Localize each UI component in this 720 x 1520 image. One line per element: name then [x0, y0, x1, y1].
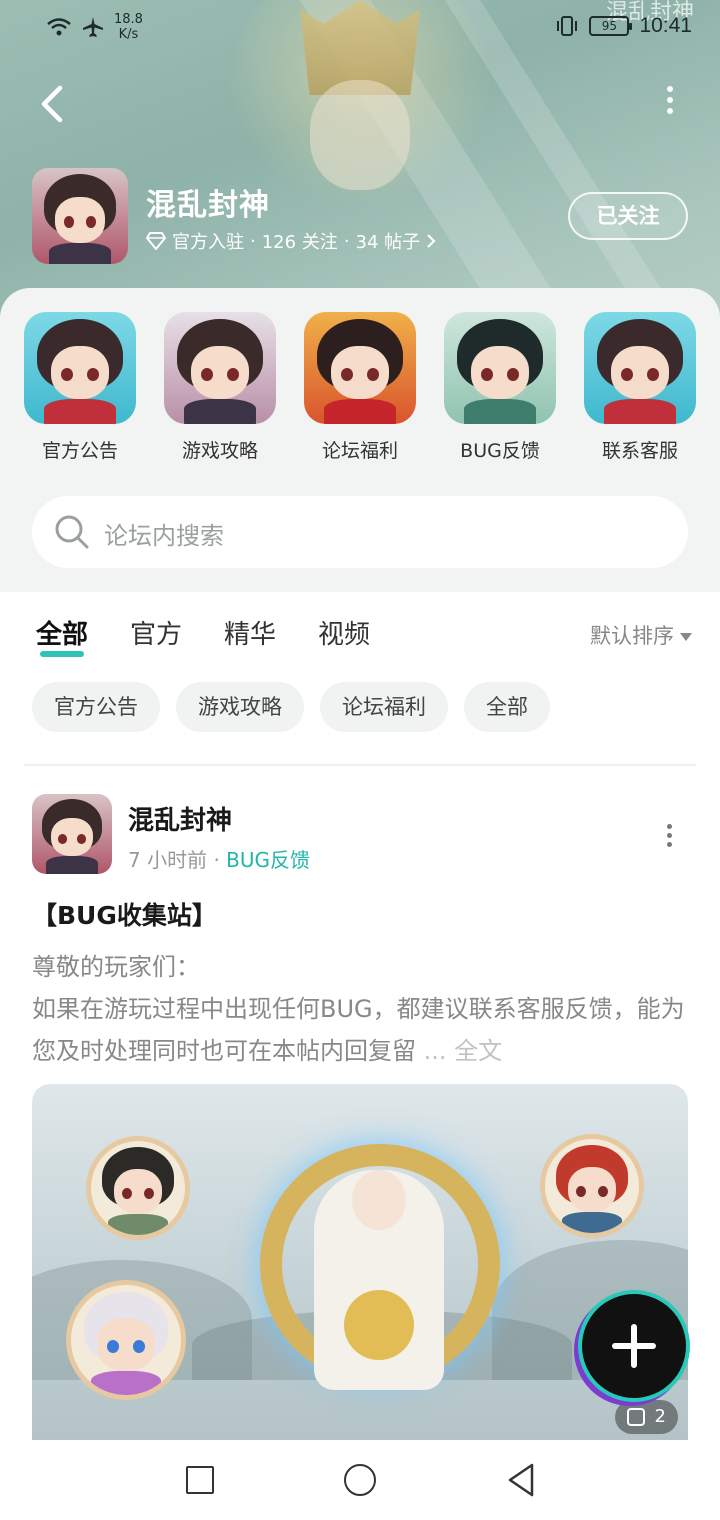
character-medal	[540, 1134, 644, 1238]
more-options-icon[interactable]	[660, 86, 680, 122]
category-icon	[444, 312, 556, 424]
forum-stats[interactable]: 官方入驻 · 126 关注 · 34 帖子	[146, 228, 436, 254]
diamond-icon	[146, 232, 166, 250]
image-icon	[626, 1408, 645, 1426]
wifi-icon	[47, 18, 71, 36]
chip-all[interactable]: 全部	[464, 682, 550, 732]
tab-all[interactable]: 全部	[36, 614, 88, 657]
clock: 10:41	[639, 14, 692, 37]
sage-character	[314, 1170, 444, 1390]
forum-search-bar[interactable]: 论坛内搜索	[32, 496, 688, 568]
system-navigation-bar	[0, 1440, 720, 1520]
vibrate-icon	[557, 16, 578, 36]
category-icon	[304, 312, 416, 424]
category-game-guides[interactable]: 游戏攻略	[164, 312, 276, 463]
category-contact-support[interactable]: 联系客服	[584, 312, 696, 463]
forum-avatar[interactable]	[32, 168, 128, 264]
character-medal	[86, 1136, 190, 1240]
follow-count: 126 关注	[261, 232, 338, 253]
post-image[interactable]: 2	[32, 1084, 688, 1440]
banner-character-art	[310, 80, 410, 190]
status-bar: 18.8 K/s 95 10:41	[0, 0, 720, 56]
sort-dropdown[interactable]: 默认排序	[590, 620, 692, 650]
category-bug-feedback[interactable]: BUG反馈	[444, 312, 556, 463]
post-excerpt[interactable]: 尊敬的玩家们： 如果在游玩过程中出现任何BUG，都建议联系客服反馈，能为您及时处…	[32, 946, 692, 1072]
chevron-right-icon	[427, 234, 436, 248]
recent-apps-icon[interactable]	[186, 1466, 214, 1494]
category-official-announcements[interactable]: 官方公告	[24, 312, 136, 463]
chip-game-guides[interactable]: 游戏攻略	[176, 682, 304, 732]
category-forum-benefits[interactable]: 论坛福利	[304, 312, 416, 463]
filter-chips: 官方公告 游戏攻略 论坛福利 全部	[32, 682, 550, 732]
airplane-icon	[83, 17, 103, 37]
battery-indicator: 95	[589, 16, 633, 36]
post-author-avatar[interactable]	[32, 794, 112, 874]
image-count-badge: 2	[614, 1400, 678, 1434]
chip-official-announcements[interactable]: 官方公告	[32, 682, 160, 732]
category-shortcuts: 官方公告 游戏攻略 论坛福利 BUG反馈 联系客服	[24, 312, 696, 463]
search-icon	[55, 515, 89, 549]
post-author-name[interactable]: 混乱封神	[128, 800, 232, 837]
full-text-link[interactable]: 全文	[447, 1037, 502, 1065]
category-icon	[584, 312, 696, 424]
tab-video[interactable]: 视频	[318, 614, 370, 657]
home-icon[interactable]	[344, 1464, 376, 1496]
feed-tabs: 全部 官方 精华 视频	[36, 614, 370, 657]
search-placeholder: 论坛内搜索	[104, 522, 224, 550]
post-count: 34 帖子	[355, 232, 421, 253]
network-speed: 18.8 K/s	[114, 12, 143, 42]
forum-name: 混乱封神	[146, 188, 270, 223]
post-forum-tag[interactable]: BUG反馈	[226, 848, 310, 872]
category-icon	[24, 312, 136, 424]
post-time: 7 小时前	[128, 848, 208, 872]
follow-button[interactable]: 已关注	[568, 192, 688, 240]
back-icon[interactable]	[506, 1462, 536, 1498]
post-meta: 7 小时前 · BUG反馈	[128, 848, 311, 872]
character-medal	[66, 1280, 186, 1400]
verified-label: 官方入驻	[172, 232, 244, 253]
post-more-icon[interactable]	[664, 824, 674, 848]
tab-official[interactable]: 官方	[130, 614, 182, 657]
dropdown-arrow-icon	[680, 633, 692, 641]
create-post-button[interactable]	[582, 1294, 686, 1398]
forum-nav-card: 官方公告 游戏攻略 论坛福利 BUG反馈 联系客服 论坛内搜索	[0, 288, 720, 592]
divider	[24, 764, 696, 766]
category-icon	[164, 312, 276, 424]
back-arrow-icon[interactable]	[34, 82, 74, 126]
post-title[interactable]: 【BUG收集站】	[32, 896, 217, 932]
tab-featured[interactable]: 精华	[224, 614, 276, 657]
chip-forum-benefits[interactable]: 论坛福利	[320, 682, 448, 732]
